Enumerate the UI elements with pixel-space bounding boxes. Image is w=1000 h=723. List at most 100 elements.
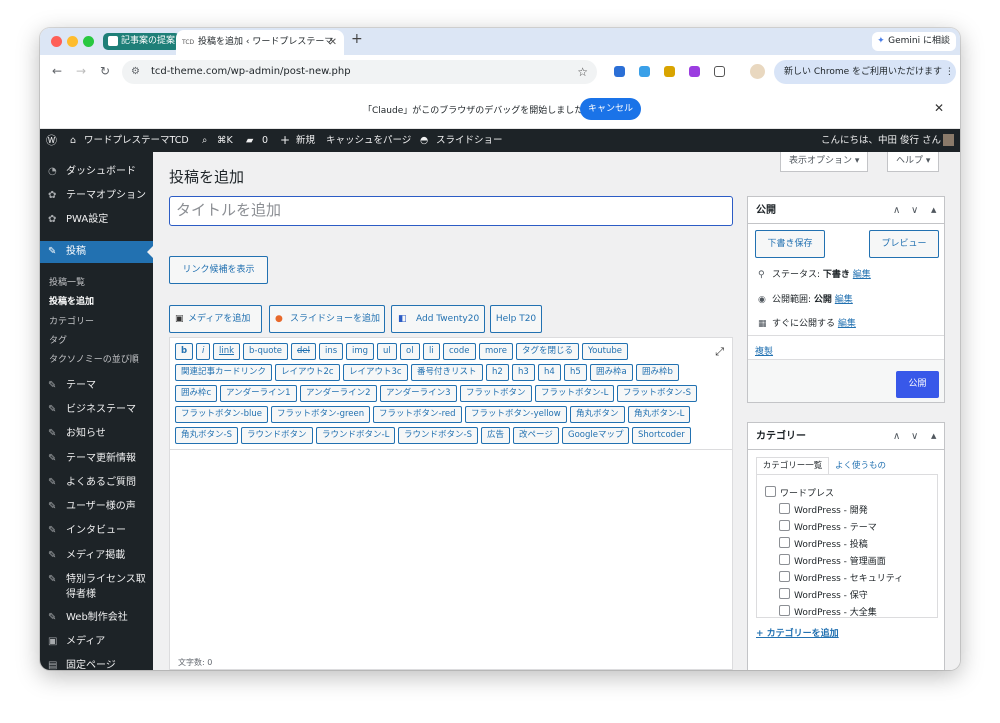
quicktag-button[interactable]: アンダーライン1 xyxy=(220,385,297,402)
quicktag-button[interactable]: レイアウト2c xyxy=(275,364,340,381)
site-name-link[interactable]: ワードプレステーマTCD xyxy=(84,129,189,152)
comments-count[interactable]: 0 xyxy=(262,129,268,152)
submenu-all-posts[interactable]: 投稿一覧 xyxy=(49,275,85,288)
quicktag-button[interactable]: アンダーライン2 xyxy=(300,385,377,402)
minimize-window-button[interactable] xyxy=(67,36,78,47)
forward-icon[interactable]: → xyxy=(76,64,86,78)
checkbox[interactable] xyxy=(779,588,790,599)
add-category-link[interactable]: + カテゴリーを追加 xyxy=(756,626,839,639)
quicktag-button[interactable]: h3 xyxy=(512,364,535,381)
search-shortcut[interactable]: ⌘K xyxy=(217,129,233,152)
gemini-button[interactable]: ✦ Gemini に相談 xyxy=(872,32,956,51)
submenu-categories[interactable]: カテゴリー xyxy=(49,314,94,327)
link-suggest-button[interactable]: リンク候補を表示 xyxy=(169,256,268,284)
extension-icon[interactable] xyxy=(689,66,700,77)
quicktag-button[interactable]: ol xyxy=(400,343,420,360)
sidebar-item-voices[interactable]: ✎ ユーザー様の声 xyxy=(40,496,153,518)
back-icon[interactable]: ← xyxy=(52,64,62,78)
slideshow-link[interactable]: スライドショー xyxy=(436,129,503,152)
sidebar-item-theme-options[interactable]: ✿ テーマオプション xyxy=(40,185,153,207)
quicktag-button[interactable]: アンダーライン3 xyxy=(380,385,457,402)
category-item[interactable]: WordPress - 保守 xyxy=(779,588,868,601)
close-window-button[interactable] xyxy=(51,36,62,47)
checkbox[interactable] xyxy=(779,520,790,531)
toggle-icon[interactable]: ▲ xyxy=(931,423,936,450)
quicktag-button[interactable]: li xyxy=(423,343,440,360)
checkbox[interactable] xyxy=(779,537,790,548)
maximize-window-button[interactable] xyxy=(83,36,94,47)
wordpress-logo-icon[interactable]: Ⓦ xyxy=(46,129,57,152)
tab-all-categories[interactable]: カテゴリー一覧 xyxy=(756,457,829,474)
help-button[interactable]: ヘルプ ▾ xyxy=(887,152,940,172)
quicktag-button[interactable]: 関連記事カードリンク xyxy=(175,364,273,381)
tab-group-chip[interactable]: 記事案の提案 xyxy=(103,33,181,50)
quicktag-button[interactable]: h2 xyxy=(486,364,509,381)
edit-visibility-link[interactable]: 編集 xyxy=(835,295,853,305)
preview-button[interactable]: プレビュー xyxy=(869,230,939,258)
sidebar-item-special-license-cont[interactable]: 得者様 xyxy=(40,584,153,606)
quicktag-button[interactable]: ラウンドボタン-L xyxy=(316,427,396,444)
quicktag-button[interactable]: フラットボタン xyxy=(460,385,532,402)
chevron-down-icon[interactable]: ∨ xyxy=(911,197,918,224)
new-tab-button[interactable]: + xyxy=(351,31,363,47)
category-item[interactable]: ワードプレス xyxy=(765,486,834,499)
category-item[interactable]: WordPress - 投稿 xyxy=(779,537,868,550)
quicktag-button[interactable]: 改ページ xyxy=(513,427,559,444)
sidebar-item-business-theme[interactable]: ✎ ビジネステーマ xyxy=(40,399,153,421)
quicktag-button[interactable]: タグを閉じる xyxy=(516,343,580,360)
checkbox[interactable] xyxy=(779,605,790,616)
quicktag-button[interactable]: del xyxy=(291,343,316,360)
greeting[interactable]: こんにちは、中田 俊行 さん xyxy=(821,129,941,152)
sidebar-item-theme[interactable]: ✎ テーマ xyxy=(40,375,153,397)
close-infobar-icon[interactable]: ✕ xyxy=(934,101,944,115)
address-bar[interactable]: ⚙ tcd-theme.com/wp-admin/post-new.php ☆ xyxy=(122,60,597,84)
checkbox[interactable] xyxy=(765,486,776,497)
sidebar-item-pages[interactable]: ▤ 固定ページ xyxy=(40,655,153,670)
submenu-add-post[interactable]: 投稿を追加 xyxy=(49,294,94,307)
add-media-button[interactable]: ▣ メディアを追加 xyxy=(169,305,262,333)
extension-icon[interactable] xyxy=(664,66,675,77)
submenu-tags[interactable]: タグ xyxy=(49,333,67,346)
quicktag-button[interactable]: h4 xyxy=(538,364,561,381)
chevron-up-icon[interactable]: ∧ xyxy=(893,197,900,224)
close-tab-icon[interactable]: ✕ xyxy=(329,30,337,55)
duplicate-link[interactable]: 複製 xyxy=(755,344,773,357)
sidebar-item-pwa[interactable]: ✿ PWA設定 xyxy=(40,209,153,231)
edit-status-link[interactable]: 編集 xyxy=(853,270,871,280)
quicktag-button[interactable]: ins xyxy=(319,343,344,360)
category-item[interactable]: WordPress - 大全集 xyxy=(779,605,877,617)
bookmark-star-icon[interactable]: ☆ xyxy=(577,60,588,84)
text-editor[interactable]: b i link b-quote del ins img ul ol li code more タグを閉… xyxy=(169,337,733,670)
sidebar-item-theme-updates[interactable]: ✎ テーマ更新情報 xyxy=(40,448,153,470)
active-tab[interactable]: TCD 投稿を追加 ‹ ワードプレステーマ ✕ xyxy=(176,30,344,55)
quicktag-button[interactable]: 囲み枠a xyxy=(590,364,633,381)
quicktag-button[interactable]: 角丸ボタン-S xyxy=(175,427,238,444)
quicktag-button[interactable]: ラウンドボタン-S xyxy=(398,427,478,444)
sidebar-item-interview[interactable]: ✎ インタビュー xyxy=(40,520,153,542)
cache-purge-link[interactable]: キャッシュをパージ xyxy=(326,129,411,152)
sidebar-item-news[interactable]: ✎ お知らせ xyxy=(40,423,153,445)
quicktag-button[interactable]: ラウンドボタン xyxy=(241,427,313,444)
tab-popular-categories[interactable]: よく使うもの xyxy=(835,459,886,471)
chrome-update-button[interactable]: 新しい Chrome をご利用いただけます ⋮ xyxy=(774,60,956,84)
quicktag-button[interactable]: more xyxy=(479,343,514,360)
edit-schedule-link[interactable]: 編集 xyxy=(838,319,856,329)
quicktag-button[interactable]: フラットボタン-S xyxy=(617,385,697,402)
quicktag-button[interactable]: フラットボタン-blue xyxy=(175,406,268,423)
quicktag-button[interactable]: code xyxy=(443,343,476,360)
post-title-input[interactable]: タイトルを追加 xyxy=(169,196,733,226)
quicktag-button[interactable]: 囲み枠b xyxy=(636,364,679,381)
category-item[interactable]: WordPress - 開発 xyxy=(779,503,868,516)
chevron-down-icon[interactable]: ∨ xyxy=(911,423,918,450)
sidebar-item-media-coverage[interactable]: ✎ メディア掲載 xyxy=(40,545,153,567)
save-draft-button[interactable]: 下書き保存 xyxy=(755,230,825,258)
quicktag-button[interactable]: ul xyxy=(377,343,397,360)
help-t20-button[interactable]: Help T20 xyxy=(490,305,542,333)
quicktag-button[interactable]: 広告 xyxy=(481,427,511,444)
quicktag-button[interactable]: b xyxy=(175,343,194,360)
quicktag-button[interactable]: img xyxy=(346,343,375,360)
quicktag-button[interactable]: フラットボタン-L xyxy=(535,385,615,402)
sidebar-item-posts[interactable]: ✎ 投稿 xyxy=(40,241,153,263)
quicktag-button[interactable]: フラットボタン-red xyxy=(373,406,462,423)
fullscreen-icon[interactable]: ⤢ xyxy=(715,345,724,359)
